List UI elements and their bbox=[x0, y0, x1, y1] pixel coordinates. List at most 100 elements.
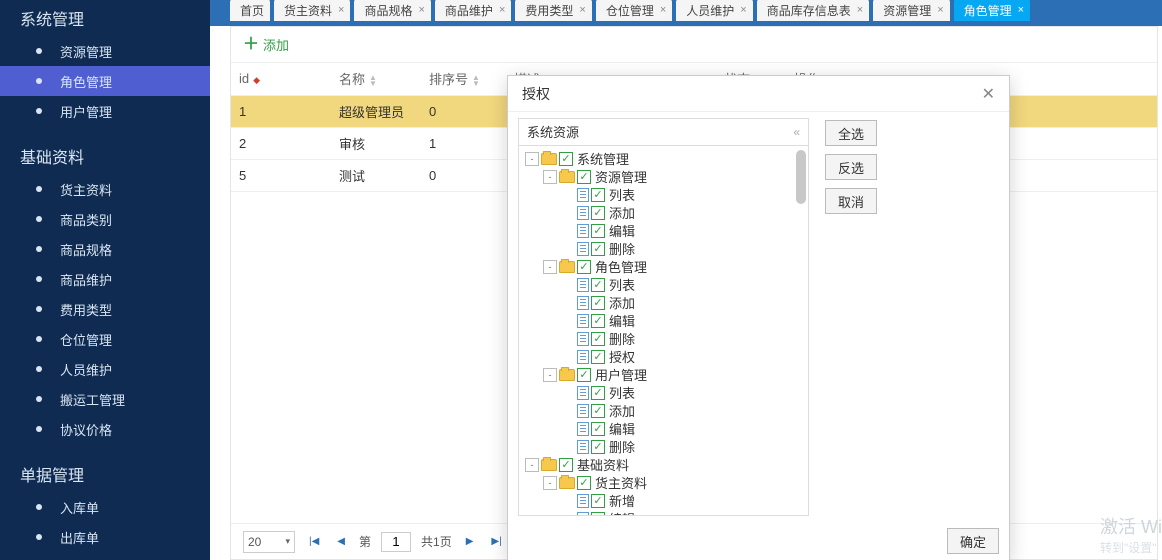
checkbox[interactable]: ✓ bbox=[591, 404, 605, 418]
sidebar-item-porter-mgmt[interactable]: 搬运工管理 bbox=[0, 384, 210, 414]
checkbox[interactable]: ✓ bbox=[559, 458, 573, 472]
tree-node[interactable]: ✓编辑 bbox=[525, 420, 808, 438]
confirm-button[interactable]: 确定 bbox=[947, 528, 999, 554]
checkbox[interactable]: ✓ bbox=[591, 206, 605, 220]
sidebar-item-goods-spec[interactable]: 商品规格 bbox=[0, 234, 210, 264]
checkbox[interactable]: ✓ bbox=[591, 242, 605, 256]
checkbox[interactable]: ✓ bbox=[591, 440, 605, 454]
sidebar-item-slot-mgmt[interactable]: 仓位管理 bbox=[0, 324, 210, 354]
checkbox[interactable]: ✓ bbox=[591, 296, 605, 310]
cancel-button[interactable]: 取消 bbox=[825, 188, 877, 214]
tree-node[interactable]: ✓编辑 bbox=[525, 312, 808, 330]
tab-staff-maint[interactable]: 人员维护× bbox=[676, 0, 752, 21]
tree-toggle-icon[interactable]: - bbox=[543, 260, 557, 274]
checkbox[interactable]: ✓ bbox=[591, 422, 605, 436]
close-icon[interactable]: × bbox=[418, 4, 424, 16]
tree-toggle-icon[interactable]: - bbox=[525, 458, 539, 472]
sidebar-item-staff-maint[interactable]: 人员维护 bbox=[0, 354, 210, 384]
close-icon[interactable]: × bbox=[660, 4, 666, 16]
tree-toggle-icon[interactable]: - bbox=[543, 368, 557, 382]
tree-scroll[interactable]: -✓系统管理-✓资源管理✓列表✓添加✓编辑✓删除-✓角色管理✓列表✓添加✓编辑✓… bbox=[519, 146, 808, 515]
sidebar-item-goods-maint[interactable]: 商品维护 bbox=[0, 264, 210, 294]
close-icon[interactable]: × bbox=[499, 4, 505, 16]
tree-node[interactable]: ✓列表 bbox=[525, 186, 808, 204]
sidebar-item-owner-data[interactable]: 货主资料 bbox=[0, 174, 210, 204]
tree-node[interactable]: -✓角色管理 bbox=[525, 258, 808, 276]
th-name[interactable]: 名称▲▼ bbox=[331, 63, 421, 95]
close-icon[interactable]: × bbox=[857, 4, 863, 16]
sidebar-item-price-agree[interactable]: 协议价格 bbox=[0, 414, 210, 444]
sidebar-item-fee-type[interactable]: 费用类型 bbox=[0, 294, 210, 324]
tree-node[interactable]: ✓新增 bbox=[525, 492, 808, 510]
add-button[interactable]: ＋ 添加 bbox=[243, 35, 289, 54]
sidebar-item-role-mgmt[interactable]: 角色管理 bbox=[0, 66, 210, 96]
tab-stock-info[interactable]: 商品库存信息表× bbox=[757, 0, 869, 21]
tree-node[interactable]: ✓列表 bbox=[525, 384, 808, 402]
tab-resource-mgmt[interactable]: 资源管理× bbox=[873, 0, 949, 21]
tab-home[interactable]: 首页 bbox=[230, 0, 270, 21]
tab-fee-type[interactable]: 费用类型× bbox=[515, 0, 591, 21]
tab-role-mgmt[interactable]: 角色管理× bbox=[954, 0, 1030, 21]
tree-node[interactable]: -✓货主资料 bbox=[525, 474, 808, 492]
sidebar-item-user-mgmt[interactable]: 用户管理 bbox=[0, 96, 210, 126]
tree-node[interactable]: ✓列表 bbox=[525, 276, 808, 294]
checkbox[interactable]: ✓ bbox=[577, 260, 591, 274]
close-icon[interactable]: × bbox=[740, 4, 746, 16]
tree-node[interactable]: -✓用户管理 bbox=[525, 366, 808, 384]
page-last-button[interactable]: ▶| bbox=[487, 536, 505, 547]
tree-node[interactable]: ✓删除 bbox=[525, 438, 808, 456]
tree-toggle-icon[interactable]: - bbox=[543, 170, 557, 184]
checkbox[interactable]: ✓ bbox=[591, 386, 605, 400]
tree-node[interactable]: -✓系统管理 bbox=[525, 150, 808, 168]
tree-node[interactable]: ✓删除 bbox=[525, 330, 808, 348]
close-icon[interactable]: ✕ bbox=[982, 84, 995, 104]
page-number-input[interactable] bbox=[381, 532, 411, 552]
page-prev-button[interactable]: ◀ bbox=[333, 536, 349, 547]
tab-goods-maint[interactable]: 商品维护× bbox=[435, 0, 511, 21]
sidebar-item-goods-cat[interactable]: 商品类别 bbox=[0, 204, 210, 234]
th-sort[interactable]: 排序号▲▼ bbox=[421, 63, 506, 95]
close-icon[interactable]: × bbox=[1018, 4, 1024, 16]
select-all-button[interactable]: 全选 bbox=[825, 120, 877, 146]
tree-node[interactable]: -✓资源管理 bbox=[525, 168, 808, 186]
checkbox[interactable]: ✓ bbox=[591, 512, 605, 515]
tree-node[interactable]: -✓基础资料 bbox=[525, 456, 808, 474]
collapse-icon[interactable]: « bbox=[793, 125, 800, 139]
checkbox[interactable]: ✓ bbox=[577, 368, 591, 382]
close-icon[interactable]: × bbox=[338, 4, 344, 16]
checkbox[interactable]: ✓ bbox=[591, 332, 605, 346]
close-icon[interactable]: × bbox=[579, 4, 585, 16]
sidebar-item-adjust[interactable]: 调仓单 bbox=[0, 552, 210, 560]
tab-goods-spec[interactable]: 商品规格× bbox=[354, 0, 430, 21]
tree-toggle-icon[interactable]: - bbox=[543, 476, 557, 490]
tree-node[interactable]: ✓添加 bbox=[525, 204, 808, 222]
tree-node[interactable]: ✓授权 bbox=[525, 348, 808, 366]
tree-node[interactable]: ✓删除 bbox=[525, 240, 808, 258]
tree-node[interactable]: ✓添加 bbox=[525, 294, 808, 312]
checkbox[interactable]: ✓ bbox=[591, 350, 605, 364]
page-size-select[interactable]: 20 ▾ bbox=[243, 531, 295, 553]
checkbox[interactable]: ✓ bbox=[559, 152, 573, 166]
tree-node[interactable]: ✓添加 bbox=[525, 402, 808, 420]
sidebar-item-resource-mgmt[interactable]: 资源管理 bbox=[0, 36, 210, 66]
checkbox[interactable]: ✓ bbox=[591, 188, 605, 202]
checkbox[interactable]: ✓ bbox=[577, 476, 591, 490]
checkbox[interactable]: ✓ bbox=[591, 278, 605, 292]
dialog-titlebar[interactable]: 授权 ✕ bbox=[508, 76, 1009, 112]
close-icon[interactable]: × bbox=[937, 4, 943, 16]
checkbox[interactable]: ✓ bbox=[591, 224, 605, 238]
checkbox[interactable]: ✓ bbox=[591, 494, 605, 508]
tree-node[interactable]: ✓编辑 bbox=[525, 510, 808, 515]
page-first-button[interactable]: |◀ bbox=[305, 536, 323, 547]
tab-owner-data[interactable]: 货主资料× bbox=[274, 0, 350, 21]
tab-slot-mgmt[interactable]: 仓位管理× bbox=[596, 0, 672, 21]
sidebar-item-inbound[interactable]: 入库单 bbox=[0, 492, 210, 522]
sidebar-item-outbound[interactable]: 出库单 bbox=[0, 522, 210, 552]
tree-node[interactable]: ✓编辑 bbox=[525, 222, 808, 240]
invert-button[interactable]: 反选 bbox=[825, 154, 877, 180]
scrollbar-thumb[interactable] bbox=[796, 150, 806, 204]
checkbox[interactable]: ✓ bbox=[577, 170, 591, 184]
page-next-button[interactable]: ▶ bbox=[462, 536, 478, 547]
th-id[interactable]: id◆ bbox=[231, 63, 331, 95]
checkbox[interactable]: ✓ bbox=[591, 314, 605, 328]
